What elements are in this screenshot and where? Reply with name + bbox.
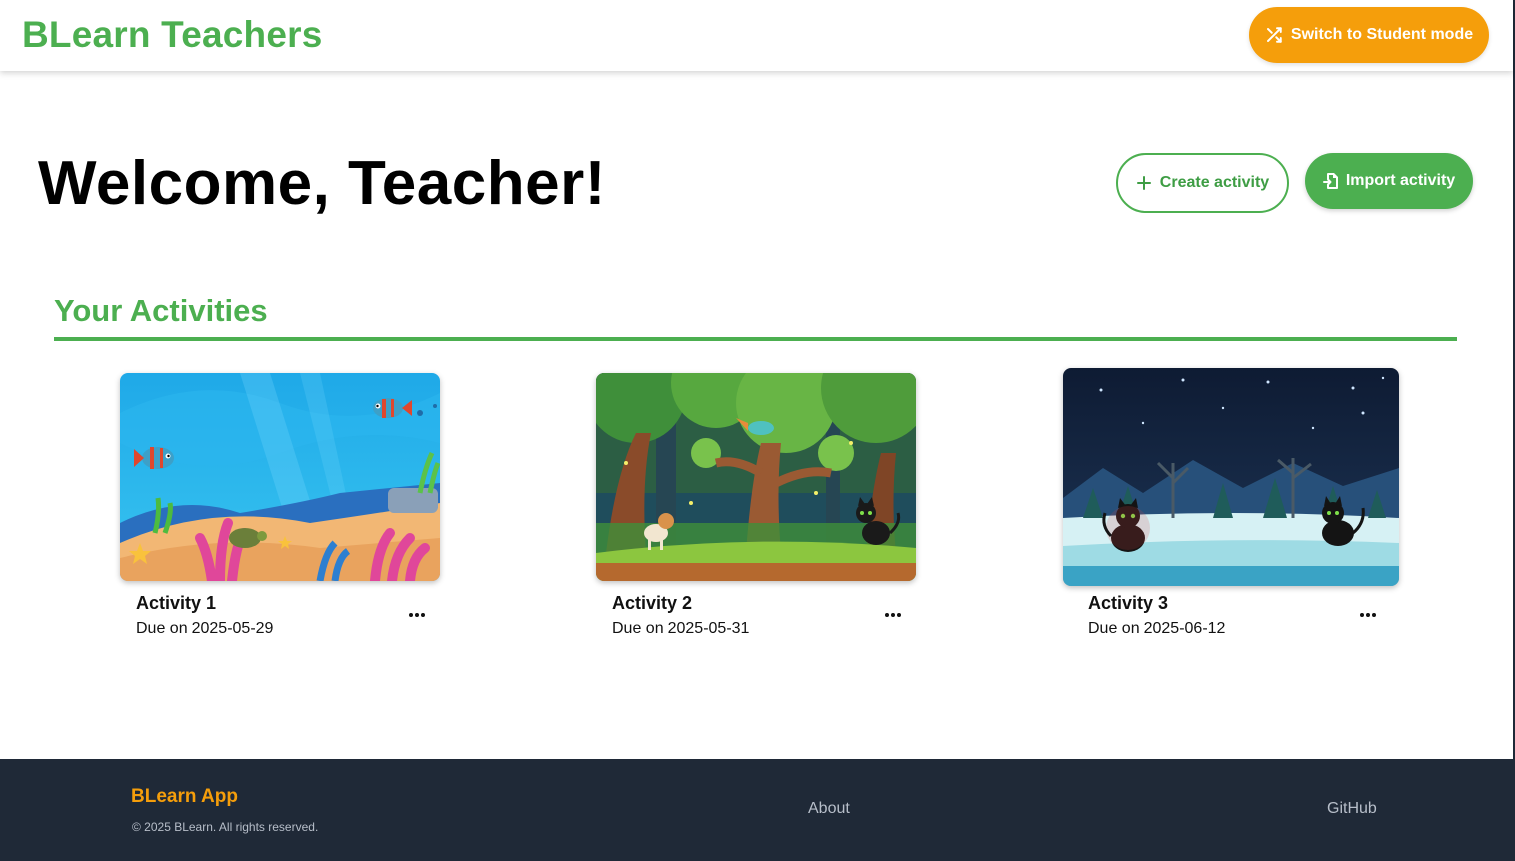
activity-due-date: Due on 2025-06-12 <box>1088 620 1225 638</box>
more-horizontal-icon-dot <box>897 613 901 617</box>
page-footer: BLearn App © 2025 BLearn. All rights res… <box>0 759 1513 861</box>
activity-thumbnail-forest[interactable] <box>596 373 916 581</box>
footer-brand: BLearn App <box>131 786 238 807</box>
switch-to-student-mode-button[interactable]: Switch to Student mode <box>1249 7 1489 63</box>
more-options-button[interactable] <box>1354 605 1382 625</box>
due-prefix: Due on <box>136 620 188 637</box>
activity-title[interactable]: Activity 3 <box>1088 593 1168 614</box>
create-activity-button[interactable]: Create activity <box>1116 153 1289 213</box>
underwater-scene-image <box>120 373 440 581</box>
activity-due-date: Due on 2025-05-29 <box>136 620 273 638</box>
more-horizontal-icon-dot <box>1366 613 1370 617</box>
due-prefix: Due on <box>1088 620 1140 637</box>
more-horizontal-icon-dot <box>421 613 425 617</box>
more-options-button[interactable] <box>879 605 907 625</box>
forest-scene-image <box>596 373 916 581</box>
due-date-value: 2025-05-31 <box>667 620 750 637</box>
footer-link-github[interactable]: GitHub <box>1327 800 1377 818</box>
shuffle-icon <box>1266 27 1282 43</box>
switch-button-label: Switch to Student mode <box>1290 26 1474 43</box>
due-prefix: Due on <box>612 620 664 637</box>
footer-link-about[interactable]: About <box>808 800 850 818</box>
activity-title[interactable]: Activity 2 <box>612 593 692 614</box>
more-horizontal-icon-dot <box>409 613 413 617</box>
activity-thumbnail-snowy-night[interactable] <box>1063 368 1399 586</box>
more-horizontal-icon-dot <box>891 613 895 617</box>
activity-thumbnail-underwater[interactable] <box>120 373 440 581</box>
activity-due-date: Due on 2025-05-31 <box>612 620 749 638</box>
snowy-night-scene-image <box>1063 368 1399 586</box>
more-horizontal-icon-dot <box>885 613 889 617</box>
more-horizontal-icon-dot <box>1372 613 1376 617</box>
plus-icon <box>1136 176 1151 190</box>
create-activity-label: Create activity <box>1159 174 1270 191</box>
activity-title[interactable]: Activity 1 <box>136 593 216 614</box>
due-date-value: 2025-06-12 <box>1143 620 1226 637</box>
more-horizontal-icon-dot <box>415 613 419 617</box>
file-import-icon <box>1322 173 1338 189</box>
page-title: Welcome, Teacher! <box>38 149 606 218</box>
import-activity-button[interactable]: Import activity <box>1305 153 1473 209</box>
activities-heading: Your Activities <box>54 293 268 328</box>
footer-copyright: © 2025 BLearn. All rights reserved. <box>132 820 319 834</box>
due-date-value: 2025-05-29 <box>191 620 274 637</box>
top-bar: BLearn Teachers Switch to Student mode <box>0 0 1513 71</box>
more-options-button[interactable] <box>403 605 431 625</box>
import-activity-label: Import activity <box>1345 172 1456 189</box>
more-horizontal-icon-dot <box>1360 613 1364 617</box>
activities-divider <box>54 337 1457 341</box>
app-brand[interactable]: BLearn Teachers <box>22 14 323 56</box>
